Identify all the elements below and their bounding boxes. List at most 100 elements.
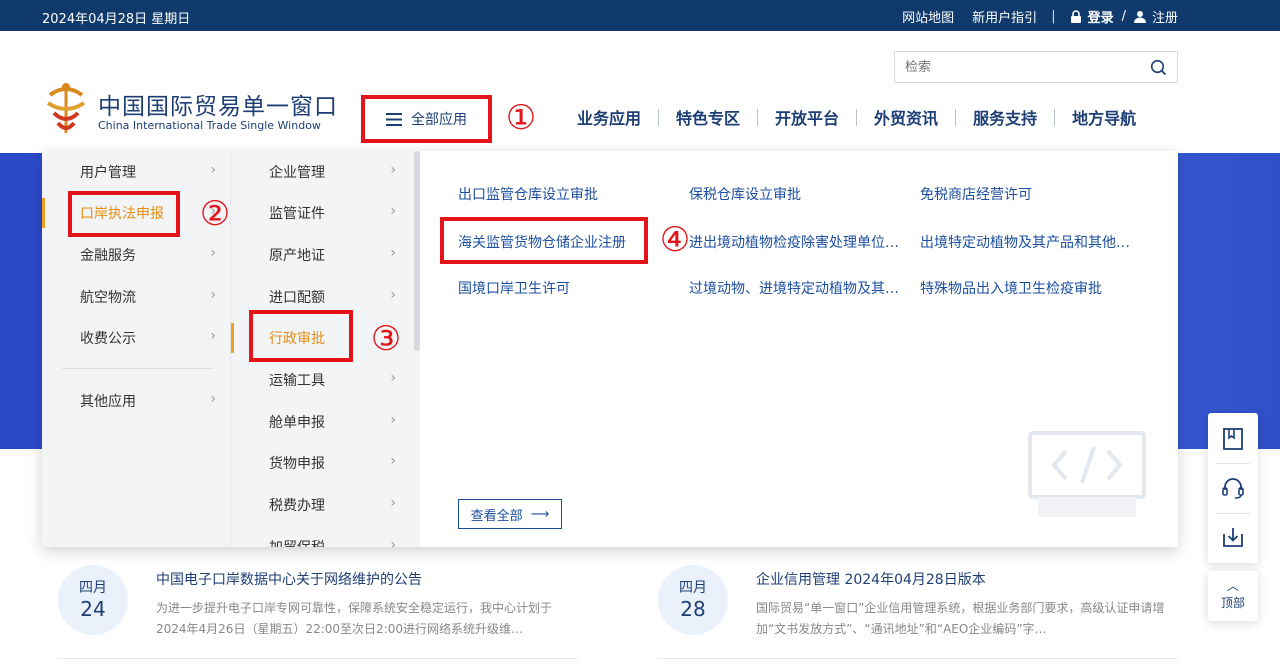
news-day: 24: [80, 597, 106, 621]
category-label: 其他应用: [80, 394, 136, 410]
news-month: 四月: [679, 580, 707, 596]
back-to-top-button[interactable]: ︿ 顶部: [1208, 571, 1258, 621]
code-illustration-icon: [1028, 431, 1146, 517]
top-bar: 2024年04月28日 星期日 网站地图 新用户指引 | 登录 / 注册: [0, 0, 1280, 31]
chevron-right-icon: ›: [210, 162, 216, 178]
news-title[interactable]: 企业信用管理 2024年04月28日版本: [756, 569, 986, 589]
login-register-slash: /: [1121, 9, 1126, 24]
chevron-right-icon: ›: [210, 391, 216, 407]
top-links: 网站地图 新用户指引 | 登录 / 注册: [902, 7, 1178, 26]
new-user-guide-link[interactable]: 新用户指引: [972, 7, 1037, 26]
search-icon[interactable]: [1150, 59, 1167, 76]
subcategory-label: 监管证件: [269, 206, 325, 222]
search-input[interactable]: [895, 52, 1135, 82]
all-apps-dropdown: 用户管理 › 口岸执法申报 › 金融服务 › 航空物流 › 收费公示 › 其他应…: [42, 151, 1178, 547]
subcategory-label: 企业管理: [269, 165, 325, 181]
annotation-box-2: [68, 191, 180, 237]
toolbar-divider: [1216, 513, 1250, 514]
view-all-button[interactable]: 查看全部 ⟶: [458, 499, 562, 529]
subcategory-processing-trade-bonded[interactable]: 加贸保税 ›: [231, 526, 420, 547]
nav-featured-zone[interactable]: 特色专区: [659, 105, 757, 129]
news-divider: [658, 658, 1178, 659]
link-port-health-license[interactable]: 国境口岸卫生许可: [458, 278, 668, 298]
nav-business-apps[interactable]: 业务应用: [560, 105, 658, 129]
subcategory-enterprise-management[interactable]: 企业管理 ›: [231, 151, 420, 191]
subcategory-transport-vehicles[interactable]: 运输工具 ›: [231, 359, 420, 399]
chevron-right-icon: ›: [390, 203, 396, 219]
view-all-label: 查看全部: [470, 508, 523, 524]
annotation-box-4: [440, 217, 648, 264]
all-apps-button[interactable]: 全部应用: [361, 95, 492, 143]
floating-toolbar: [1208, 413, 1258, 563]
chevron-right-icon: ›: [390, 412, 396, 428]
news-item[interactable]: 四月 24 中国电子口岸数据中心关于网络维护的公告 为进一步提升电子口岸专网可靠…: [58, 563, 588, 663]
arrow-right-icon: ⟶: [530, 506, 550, 522]
link-export-bonded-warehouse-approval[interactable]: 出口监管仓库设立审批: [458, 184, 668, 204]
category-user-management[interactable]: 用户管理 ›: [42, 151, 230, 191]
active-indicator: [231, 323, 234, 353]
chevron-right-icon: ›: [390, 370, 396, 386]
nav-open-platform[interactable]: 开放平台: [758, 105, 856, 129]
subcategory-tax-processing[interactable]: 税费办理 ›: [231, 484, 420, 524]
annotation-step-3: ③: [370, 319, 402, 359]
customer-service-icon[interactable]: [1221, 476, 1245, 500]
subcategory-label: 舱单申报: [269, 415, 325, 431]
category-label: 用户管理: [80, 165, 136, 181]
bookmark-icon[interactable]: [1221, 427, 1245, 451]
category-air-logistics[interactable]: 航空物流 ›: [42, 276, 230, 316]
search-box[interactable]: [894, 51, 1178, 83]
nav-service-support[interactable]: 服务支持: [956, 105, 1054, 129]
category-other-apps[interactable]: 其他应用 ›: [42, 380, 230, 420]
chevron-right-icon: ›: [210, 328, 216, 344]
subcategory-certificate-of-origin[interactable]: 原产地证 ›: [231, 234, 420, 274]
lock-icon: [1070, 10, 1081, 23]
site-logo[interactable]: 中国国际贸易单一窗口 China International Trade Sin…: [44, 81, 344, 139]
category-label: 金融服务: [80, 248, 136, 264]
news-date-badge: 四月 24: [58, 565, 128, 635]
subcategory-manifest-declaration[interactable]: 舱单申报 ›: [231, 401, 420, 441]
chevron-right-icon: ›: [390, 495, 396, 511]
toolbar-divider: [1216, 463, 1250, 464]
subcategory-label: 原产地证: [269, 248, 325, 264]
logo-english-title: China International Trade Single Window: [98, 119, 321, 132]
subcategory-goods-declaration[interactable]: 货物申报 ›: [231, 442, 420, 482]
link-duty-free-shop-license[interactable]: 免税商店经营许可: [920, 184, 1140, 204]
nav-local-navigation[interactable]: 地方导航: [1055, 105, 1153, 129]
customs-emblem-icon: [46, 83, 86, 133]
annotation-step-4: ④: [659, 220, 691, 260]
chevron-right-icon: ›: [210, 287, 216, 303]
news-title[interactable]: 中国电子口岸数据中心关于网络维护的公告: [156, 569, 422, 589]
news-item[interactable]: 四月 28 企业信用管理 2024年04月28日版本 国际贸易“单一窗口”企业信…: [658, 563, 1188, 663]
login-link[interactable]: 登录: [1070, 7, 1114, 26]
news-divider: [58, 658, 578, 659]
register-link[interactable]: 注册: [1133, 7, 1178, 26]
category-fee-disclosure[interactable]: 收费公示 ›: [42, 317, 230, 357]
register-label: 注册: [1151, 11, 1178, 26]
logo-chinese-title: 中国国际贸易单一窗口: [98, 94, 338, 120]
login-label: 登录: [1087, 11, 1114, 26]
top-separator: |: [1051, 9, 1056, 24]
news-date-badge: 四月 28: [658, 565, 728, 635]
category-financial-services[interactable]: 金融服务 ›: [42, 234, 230, 274]
chevron-right-icon: ›: [390, 453, 396, 469]
current-date: 2024年04月28日 星期日: [42, 12, 191, 27]
subcategory-label: 税费办理: [269, 498, 325, 514]
news-day: 28: [680, 597, 706, 621]
link-outbound-plants-products[interactable]: 出境特定动植物及其产品和其他…: [920, 232, 1140, 252]
user-icon: [1133, 11, 1146, 23]
link-special-items-quarantine[interactable]: 特殊物品出入境卫生检疫审批: [920, 278, 1140, 298]
subcategory-label: 运输工具: [269, 373, 325, 389]
active-indicator: [42, 198, 45, 228]
annotation-step-1: ①: [505, 98, 537, 138]
subcategory-label: 货物申报: [269, 456, 325, 472]
link-transit-animals-plants[interactable]: 过境动物、进境特定动植物及其…: [689, 278, 903, 298]
chevron-right-icon: ›: [390, 537, 396, 547]
main-nav: 业务应用 特色专区 开放平台 外贸资讯 服务支持 地方导航: [560, 105, 1153, 129]
download-icon[interactable]: [1221, 525, 1245, 549]
sitemap-link[interactable]: 网站地图: [902, 7, 954, 26]
nav-trade-news[interactable]: 外贸资讯: [857, 105, 955, 129]
app-links-area: 出口监管仓库设立审批 保税仓库设立审批 免税商店经营许可 海关监管货物仓储企业注…: [420, 151, 1178, 547]
link-quarantine-treatment-unit[interactable]: 进出境动植物检疫除害处理单位…: [689, 232, 903, 252]
link-bonded-warehouse-approval[interactable]: 保税仓库设立审批: [689, 184, 903, 204]
subcategory-regulatory-certificates[interactable]: 监管证件 ›: [231, 192, 420, 232]
